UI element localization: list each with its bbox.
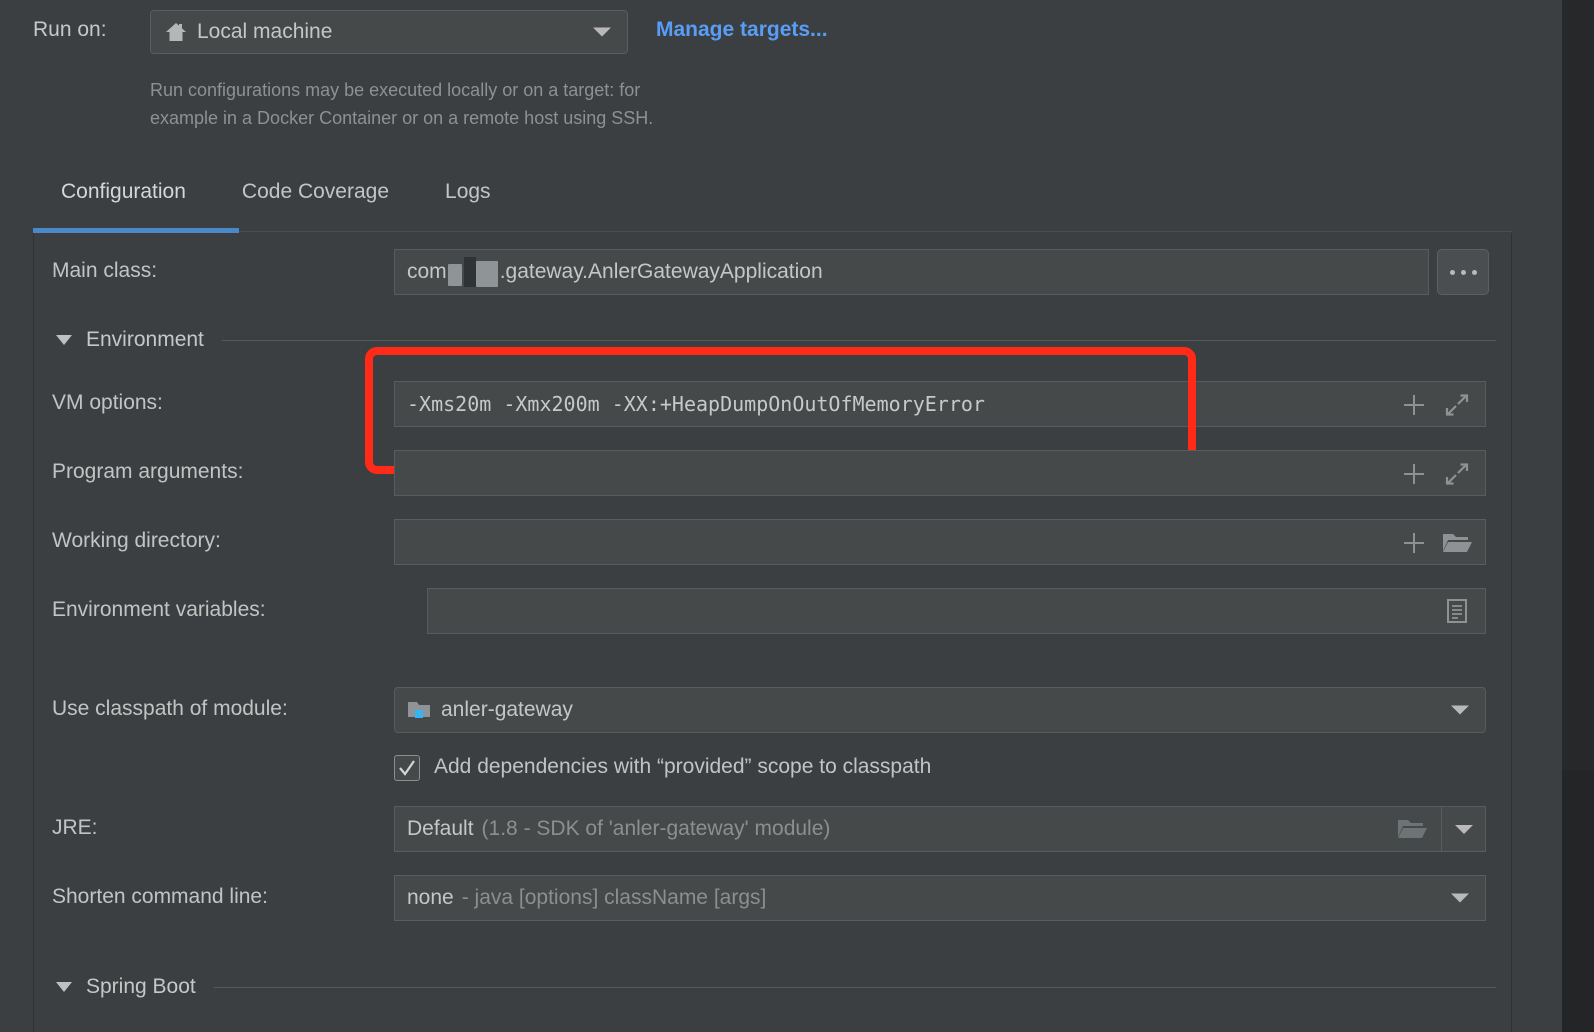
add-dependencies-checkbox[interactable]: [394, 755, 420, 781]
classpath-module-dropdown[interactable]: anler-gateway: [394, 687, 1486, 733]
shorten-command-line-label: Shorten command line:: [52, 885, 268, 908]
main-class-value-prefix: com: [407, 260, 447, 283]
environment-section-header[interactable]: Environment: [56, 328, 1496, 352]
run-on-target-dropdown[interactable]: Local machine: [150, 10, 628, 54]
working-directory-label: Working directory:: [52, 529, 221, 552]
environment-variables-input[interactable]: [427, 588, 1486, 634]
panel-left-border: [33, 233, 34, 1032]
program-arguments-label: Program arguments:: [52, 460, 244, 483]
vm-options-label: VM options:: [52, 391, 163, 414]
environment-variables-label: Environment variables:: [52, 598, 266, 621]
working-directory-input[interactable]: [394, 519, 1486, 565]
dot-3: [1471, 269, 1477, 275]
dot-2: [1460, 269, 1466, 275]
chevron-down-icon: [1454, 824, 1473, 834]
collapse-triangle-icon: [56, 335, 72, 345]
run-on-selected-value: Local machine: [197, 20, 333, 43]
main-class-browse-button[interactable]: [1437, 249, 1489, 295]
folder-icon[interactable]: [1441, 530, 1473, 556]
chevron-down-icon: [593, 27, 611, 37]
tab-active-indicator: [33, 228, 239, 233]
manage-targets-link[interactable]: Manage targets...: [656, 18, 828, 42]
jre-value-dim: (1.8 - SDK of 'anler-gateway' module): [481, 817, 831, 840]
tab-bar: Configuration Code Coverage Logs: [33, 180, 519, 218]
expand-icon[interactable]: [1443, 391, 1471, 419]
panel-right-border: [1511, 233, 1512, 1032]
dot-1: [1449, 269, 1455, 275]
document-icon[interactable]: [1443, 597, 1471, 625]
shorten-command-line-value-strong: none: [407, 886, 454, 909]
plus-icon[interactable]: [1400, 529, 1428, 557]
run-on-hint: Run configurations may be executed local…: [150, 76, 910, 132]
collapse-triangle-icon: [56, 982, 72, 992]
shorten-command-line-value-dim: - java [options] className [args]: [461, 886, 767, 909]
run-configuration-dialog: Run on: Local machine Manage targets... …: [0, 0, 1594, 1032]
run-on-hint-line1: Run configurations may be executed local…: [150, 80, 641, 100]
check-icon: [399, 760, 415, 776]
classpath-module-value: anler-gateway: [441, 698, 573, 721]
environment-section-title: Environment: [86, 328, 204, 351]
tab-code-coverage[interactable]: Code Coverage: [214, 180, 417, 218]
jre-input[interactable]: Default (1.8 - SDK of 'anler-gateway' mo…: [394, 806, 1443, 852]
shorten-command-line-dropdown[interactable]: none - java [options] className [args]: [394, 875, 1486, 921]
run-on-label: Run on:: [33, 18, 107, 41]
section-divider: [221, 339, 1496, 341]
classpath-module-label: Use classpath of module:: [52, 697, 288, 720]
tab-baseline: [239, 231, 1512, 232]
tab-logs[interactable]: Logs: [417, 180, 519, 218]
jre-label: JRE:: [52, 816, 98, 839]
section-divider: [213, 986, 1496, 988]
chevron-down-icon: [1451, 893, 1469, 903]
program-arguments-input[interactable]: [394, 450, 1486, 496]
main-class-input[interactable]: com .gateway.AnlerGatewayApplication: [394, 249, 1429, 295]
vm-options-input[interactable]: -Xms20m -Xmx200m -XX:+HeapDumpOnOutOfMem…: [394, 381, 1486, 427]
right-edge-panel-lower: [1562, 770, 1594, 1032]
jre-value-strong: Default: [407, 817, 474, 840]
redaction-block-2: [463, 257, 476, 287]
spring-boot-section-header[interactable]: Spring Boot: [56, 975, 1496, 999]
spring-boot-section-title: Spring Boot: [86, 975, 196, 998]
main-class-label: Main class:: [52, 259, 158, 282]
plus-icon[interactable]: [1400, 391, 1428, 419]
jre-dropdown-button[interactable]: [1441, 806, 1486, 852]
chevron-down-icon: [1451, 705, 1469, 715]
home-icon: [165, 21, 187, 43]
add-dependencies-label: Add dependencies with “provided” scope t…: [434, 755, 932, 778]
folder-icon[interactable]: [1396, 816, 1428, 842]
tab-configuration[interactable]: Configuration: [33, 180, 214, 218]
vm-options-value: -Xms20m -Xmx200m -XX:+HeapDumpOnOutOfMem…: [407, 392, 985, 416]
redaction-block-3: [475, 261, 498, 287]
run-on-hint-line2: example in a Docker Container or on a re…: [150, 108, 654, 128]
expand-icon[interactable]: [1443, 460, 1471, 488]
main-class-value-suffix: .gateway.AnlerGatewayApplication: [499, 260, 823, 283]
plus-icon[interactable]: [1400, 460, 1428, 488]
redaction-block-1: [447, 264, 462, 286]
module-icon: [407, 699, 433, 721]
